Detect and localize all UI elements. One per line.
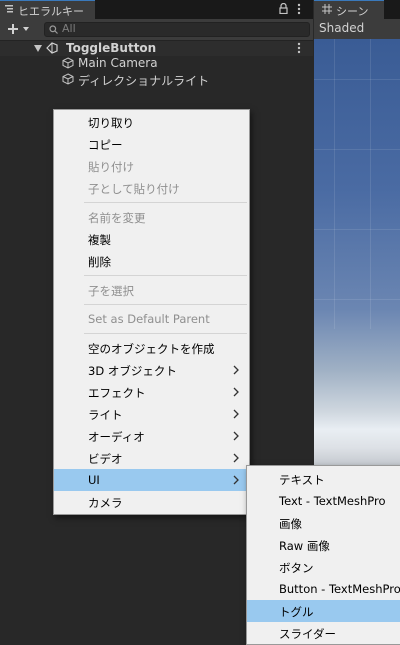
menu-separator	[84, 304, 247, 305]
submenu-item-text-textmeshpro[interactable]: Text - TextMeshPro	[247, 490, 400, 512]
menu-item-paste-as-child[interactable]: 子として貼り付け	[54, 177, 249, 199]
menu-item-audio[interactable]: オーディオ	[54, 425, 249, 447]
menu-separator	[84, 333, 247, 334]
menu-item-paste[interactable]: 貼り付け	[54, 155, 249, 177]
chevron-right-icon	[233, 387, 239, 397]
menu-item-cut[interactable]: 切り取り	[54, 111, 249, 133]
submenu-item-image[interactable]: 画像	[247, 512, 400, 534]
search-placeholder: All	[62, 22, 76, 35]
menu-item-rename[interactable]: 名前を変更	[54, 206, 249, 228]
hierarchy-tab-label: ヒエラルキー	[18, 5, 84, 18]
submenu-item-slider[interactable]: スライダー	[247, 622, 400, 644]
hierarchy-item-main-camera[interactable]: Main Camera	[78, 56, 158, 70]
expand-arrow-icon[interactable]	[34, 45, 42, 52]
chevron-right-icon	[233, 409, 239, 419]
menu-separator	[84, 202, 247, 203]
chevron-right-icon	[233, 365, 239, 375]
chevron-right-icon	[233, 475, 239, 485]
menu-item-ui[interactable]: UI	[54, 469, 249, 491]
gameobject-cube-icon	[62, 73, 74, 85]
more-options-icon[interactable]	[297, 42, 301, 54]
menu-item-copy[interactable]: コピー	[54, 133, 249, 155]
menu-item-video[interactable]: ビデオ	[54, 447, 249, 469]
search-icon	[49, 25, 58, 34]
submenu-item-button-textmeshpro[interactable]: Button - TextMeshPro	[247, 578, 400, 600]
add-button[interactable]	[4, 20, 34, 38]
submenu-item-text[interactable]: テキスト	[247, 468, 400, 490]
menu-separator	[84, 275, 247, 276]
search-input[interactable]	[44, 22, 310, 37]
chevron-right-icon	[233, 453, 239, 463]
unity-scene-icon	[46, 42, 58, 54]
menu-item-select-children[interactable]: 子を選択	[54, 279, 249, 301]
menu-item-3d-object[interactable]: 3D オブジェクト	[54, 359, 249, 381]
menu-item-delete[interactable]: 削除	[54, 250, 249, 272]
hierarchy-item-directional-light[interactable]: ディレクショナルライト	[78, 72, 209, 89]
gameobject-cube-icon	[62, 57, 74, 69]
scene-tab-label: シーン	[336, 5, 369, 18]
shading-mode-dropdown[interactable]: Shaded	[319, 21, 364, 35]
submenu-item-raw-image[interactable]: Raw 画像	[247, 534, 400, 556]
chevron-down-icon	[23, 27, 29, 31]
menu-item-set-default-parent[interactable]: Set as Default Parent	[54, 308, 249, 330]
submenu-item-button[interactable]: ボタン	[247, 556, 400, 578]
context-menu: 切り取り コピー 貼り付け 子として貼り付け 名前を変更 複製 削除 子を選択 …	[53, 109, 250, 515]
lock-icon[interactable]	[279, 3, 288, 14]
scene-name: ToggleButton	[66, 41, 157, 55]
menu-item-effects[interactable]: エフェクト	[54, 381, 249, 403]
ui-submenu: テキスト Text - TextMeshPro 画像 Raw 画像 ボタン Bu…	[246, 465, 400, 645]
more-options-icon[interactable]	[297, 3, 301, 15]
list-icon	[5, 5, 13, 13]
submenu-item-toggle[interactable]: トグル	[247, 600, 400, 622]
grid-hash-icon	[322, 4, 332, 14]
menu-item-light[interactable]: ライト	[54, 403, 249, 425]
chevron-right-icon	[233, 431, 239, 441]
menu-item-duplicate[interactable]: 複製	[54, 228, 249, 250]
menu-item-create-empty[interactable]: 空のオブジェクトを作成	[54, 337, 249, 359]
menu-item-camera[interactable]: カメラ	[54, 491, 249, 513]
